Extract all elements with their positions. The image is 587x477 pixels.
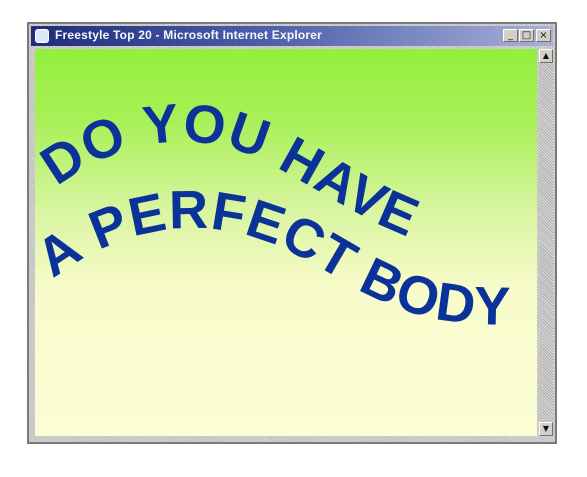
headline-line-2: A PERFECT BODY?: [35, 49, 512, 337]
window-title: Freestyle Top 20 - Microsoft Internet Ex…: [55, 28, 323, 42]
close-button[interactable]: ×: [536, 29, 551, 42]
scroll-up-button[interactable]: ▲: [539, 49, 553, 63]
browser-window: Freestyle Top 20 - Microsoft Internet Ex…: [27, 22, 557, 444]
scroll-down-button[interactable]: ▼: [539, 422, 553, 436]
vertical-scrollbar[interactable]: ▲ ▼: [539, 49, 553, 436]
minimize-icon: _: [508, 30, 513, 41]
maximize-icon: □: [521, 30, 532, 41]
title-bar[interactable]: Freestyle Top 20 - Microsoft Internet Ex…: [31, 26, 553, 46]
close-icon: ×: [539, 30, 548, 41]
page-content: DO YOU HAVE A PERFECT BODY?: [35, 49, 537, 436]
chevron-up-icon: ▲: [542, 51, 550, 60]
maximize-button[interactable]: □: [519, 29, 534, 42]
headline-art: DO YOU HAVE A PERFECT BODY?: [35, 49, 512, 337]
chevron-down-icon: ▼: [542, 424, 550, 433]
minimize-button[interactable]: _: [503, 29, 518, 42]
browser-icon: [35, 29, 49, 43]
